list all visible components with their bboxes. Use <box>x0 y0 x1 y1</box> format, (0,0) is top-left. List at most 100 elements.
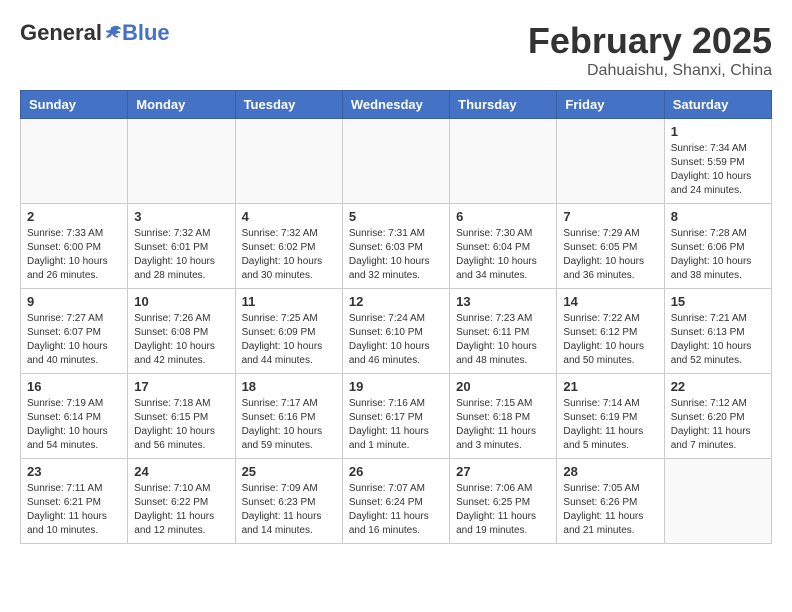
calendar-header-friday: Friday <box>557 91 664 119</box>
calendar-header-thursday: Thursday <box>450 91 557 119</box>
calendar-header-saturday: Saturday <box>664 91 771 119</box>
week-row-4: 16 Sunrise: 7:19 AMSunset: 6:14 PMDayligh… <box>21 374 772 459</box>
day-info: Sunrise: 7:10 AMSunset: 6:22 PMDaylight:… <box>134 482 228 538</box>
calendar-cell <box>235 119 342 204</box>
day-info: Sunrise: 7:21 AMSunset: 6:13 PMDaylight:… <box>671 312 765 368</box>
calendar-table: SundayMondayTuesdayWednesdayThursdayFrid… <box>20 90 772 544</box>
calendar-cell <box>128 119 235 204</box>
day-number: 23 <box>27 464 121 479</box>
day-info: Sunrise: 7:30 AMSunset: 6:04 PMDaylight:… <box>456 227 550 283</box>
day-number: 13 <box>456 294 550 309</box>
calendar-cell: 26 Sunrise: 7:07 AMSunset: 6:24 PMDayligh… <box>342 459 449 544</box>
calendar-cell: 21 Sunrise: 7:14 AMSunset: 6:19 PMDayligh… <box>557 374 664 459</box>
calendar-cell: 8 Sunrise: 7:28 AMSunset: 6:06 PMDaylight… <box>664 204 771 289</box>
day-info: Sunrise: 7:32 AMSunset: 6:01 PMDaylight:… <box>134 227 228 283</box>
day-info: Sunrise: 7:16 AMSunset: 6:17 PMDaylight:… <box>349 397 443 453</box>
day-number: 24 <box>134 464 228 479</box>
day-number: 25 <box>242 464 336 479</box>
day-number: 26 <box>349 464 443 479</box>
week-row-5: 23 Sunrise: 7:11 AMSunset: 6:21 PMDayligh… <box>21 459 772 544</box>
calendar-cell: 23 Sunrise: 7:11 AMSunset: 6:21 PMDayligh… <box>21 459 128 544</box>
location-text: Dahuaishu, Shanxi, China <box>528 62 772 80</box>
day-info: Sunrise: 7:17 AMSunset: 6:16 PMDaylight:… <box>242 397 336 453</box>
day-info: Sunrise: 7:07 AMSunset: 6:24 PMDaylight:… <box>349 482 443 538</box>
calendar-cell <box>450 119 557 204</box>
calendar-cell: 18 Sunrise: 7:17 AMSunset: 6:16 PMDayligh… <box>235 374 342 459</box>
calendar-cell: 24 Sunrise: 7:10 AMSunset: 6:22 PMDayligh… <box>128 459 235 544</box>
page-header: General Blue February 2025 Dahuaishu, Sh… <box>20 20 772 80</box>
calendar-header-monday: Monday <box>128 91 235 119</box>
logo: General Blue <box>20 20 170 46</box>
day-number: 27 <box>456 464 550 479</box>
day-number: 22 <box>671 379 765 394</box>
day-number: 14 <box>563 294 657 309</box>
day-info: Sunrise: 7:28 AMSunset: 6:06 PMDaylight:… <box>671 227 765 283</box>
logo-bird-icon <box>104 24 122 42</box>
logo-general-text: General <box>20 20 102 46</box>
calendar-cell: 3 Sunrise: 7:32 AMSunset: 6:01 PMDaylight… <box>128 204 235 289</box>
title-section: February 2025 Dahuaishu, Shanxi, China <box>528 20 772 80</box>
calendar-cell: 15 Sunrise: 7:21 AMSunset: 6:13 PMDayligh… <box>664 289 771 374</box>
day-info: Sunrise: 7:09 AMSunset: 6:23 PMDaylight:… <box>242 482 336 538</box>
day-number: 10 <box>134 294 228 309</box>
day-info: Sunrise: 7:27 AMSunset: 6:07 PMDaylight:… <box>27 312 121 368</box>
day-number: 8 <box>671 209 765 224</box>
calendar-cell: 20 Sunrise: 7:15 AMSunset: 6:18 PMDayligh… <box>450 374 557 459</box>
calendar-cell: 4 Sunrise: 7:32 AMSunset: 6:02 PMDaylight… <box>235 204 342 289</box>
calendar-cell: 19Sunrise: 7:16 AMSunset: 6:17 PMDayligh… <box>342 374 449 459</box>
calendar-cell: 5 Sunrise: 7:31 AMSunset: 6:03 PMDaylight… <box>342 204 449 289</box>
calendar-cell: 14 Sunrise: 7:22 AMSunset: 6:12 PMDayligh… <box>557 289 664 374</box>
calendar-header-wednesday: Wednesday <box>342 91 449 119</box>
day-number: 28 <box>563 464 657 479</box>
day-number: 16 <box>27 379 121 394</box>
day-info: Sunrise: 7:19 AMSunset: 6:14 PMDaylight:… <box>27 397 121 453</box>
day-info: Sunrise: 7:23 AMSunset: 6:11 PMDaylight:… <box>456 312 550 368</box>
calendar-cell <box>664 459 771 544</box>
day-info: Sunrise: 7:15 AMSunset: 6:18 PMDaylight:… <box>456 397 550 453</box>
calendar-cell: 12 Sunrise: 7:24 AMSunset: 6:10 PMDayligh… <box>342 289 449 374</box>
day-number: 5 <box>349 209 443 224</box>
calendar-cell <box>21 119 128 204</box>
day-info: Sunrise: 7:26 AMSunset: 6:08 PMDaylight:… <box>134 312 228 368</box>
day-number: 15 <box>671 294 765 309</box>
calendar-cell: 10 Sunrise: 7:26 AMSunset: 6:08 PMDayligh… <box>128 289 235 374</box>
day-number: 20 <box>456 379 550 394</box>
calendar-cell <box>557 119 664 204</box>
day-number: 7 <box>563 209 657 224</box>
day-info: Sunrise: 7:11 AMSunset: 6:21 PMDaylight:… <box>27 482 121 538</box>
day-number: 9 <box>27 294 121 309</box>
calendar-cell: 6 Sunrise: 7:30 AMSunset: 6:04 PMDaylight… <box>450 204 557 289</box>
day-info: Sunrise: 7:06 AMSunset: 6:25 PMDaylight:… <box>456 482 550 538</box>
day-number: 6 <box>456 209 550 224</box>
calendar-cell: 28Sunrise: 7:05 AMSunset: 6:26 PMDayligh… <box>557 459 664 544</box>
calendar-cell: 2Sunrise: 7:33 AMSunset: 6:00 PMDaylight… <box>21 204 128 289</box>
calendar-cell: 11Sunrise: 7:25 AMSunset: 6:09 PMDayligh… <box>235 289 342 374</box>
day-info: Sunrise: 7:31 AMSunset: 6:03 PMDaylight:… <box>349 227 443 283</box>
calendar-header-row: SundayMondayTuesdayWednesdayThursdayFrid… <box>21 91 772 119</box>
day-number: 18 <box>242 379 336 394</box>
day-info: Sunrise: 7:34 AMSunset: 5:59 PMDaylight:… <box>671 142 765 198</box>
calendar-cell: 16 Sunrise: 7:19 AMSunset: 6:14 PMDayligh… <box>21 374 128 459</box>
day-number: 12 <box>349 294 443 309</box>
day-info: Sunrise: 7:18 AMSunset: 6:15 PMDaylight:… <box>134 397 228 453</box>
day-info: Sunrise: 7:24 AMSunset: 6:10 PMDaylight:… <box>349 312 443 368</box>
calendar-cell: 7 Sunrise: 7:29 AMSunset: 6:05 PMDaylight… <box>557 204 664 289</box>
day-number: 17 <box>134 379 228 394</box>
calendar-cell: 1Sunrise: 7:34 AMSunset: 5:59 PMDaylight… <box>664 119 771 204</box>
day-info: Sunrise: 7:32 AMSunset: 6:02 PMDaylight:… <box>242 227 336 283</box>
logo-blue-text: Blue <box>122 20 170 46</box>
day-info: Sunrise: 7:29 AMSunset: 6:05 PMDaylight:… <box>563 227 657 283</box>
day-info: Sunrise: 7:22 AMSunset: 6:12 PMDaylight:… <box>563 312 657 368</box>
day-info: Sunrise: 7:14 AMSunset: 6:19 PMDaylight:… <box>563 397 657 453</box>
day-number: 21 <box>563 379 657 394</box>
calendar-cell: 17 Sunrise: 7:18 AMSunset: 6:15 PMDayligh… <box>128 374 235 459</box>
month-title: February 2025 <box>528 20 772 62</box>
day-number: 2 <box>27 209 121 224</box>
day-number: 3 <box>134 209 228 224</box>
day-number: 4 <box>242 209 336 224</box>
day-info: Sunrise: 7:25 AMSunset: 6:09 PMDaylight:… <box>242 312 336 368</box>
calendar-cell <box>342 119 449 204</box>
calendar-cell: 13 Sunrise: 7:23 AMSunset: 6:11 PMDayligh… <box>450 289 557 374</box>
calendar-header-tuesday: Tuesday <box>235 91 342 119</box>
calendar-cell: 22Sunrise: 7:12 AMSunset: 6:20 PMDayligh… <box>664 374 771 459</box>
